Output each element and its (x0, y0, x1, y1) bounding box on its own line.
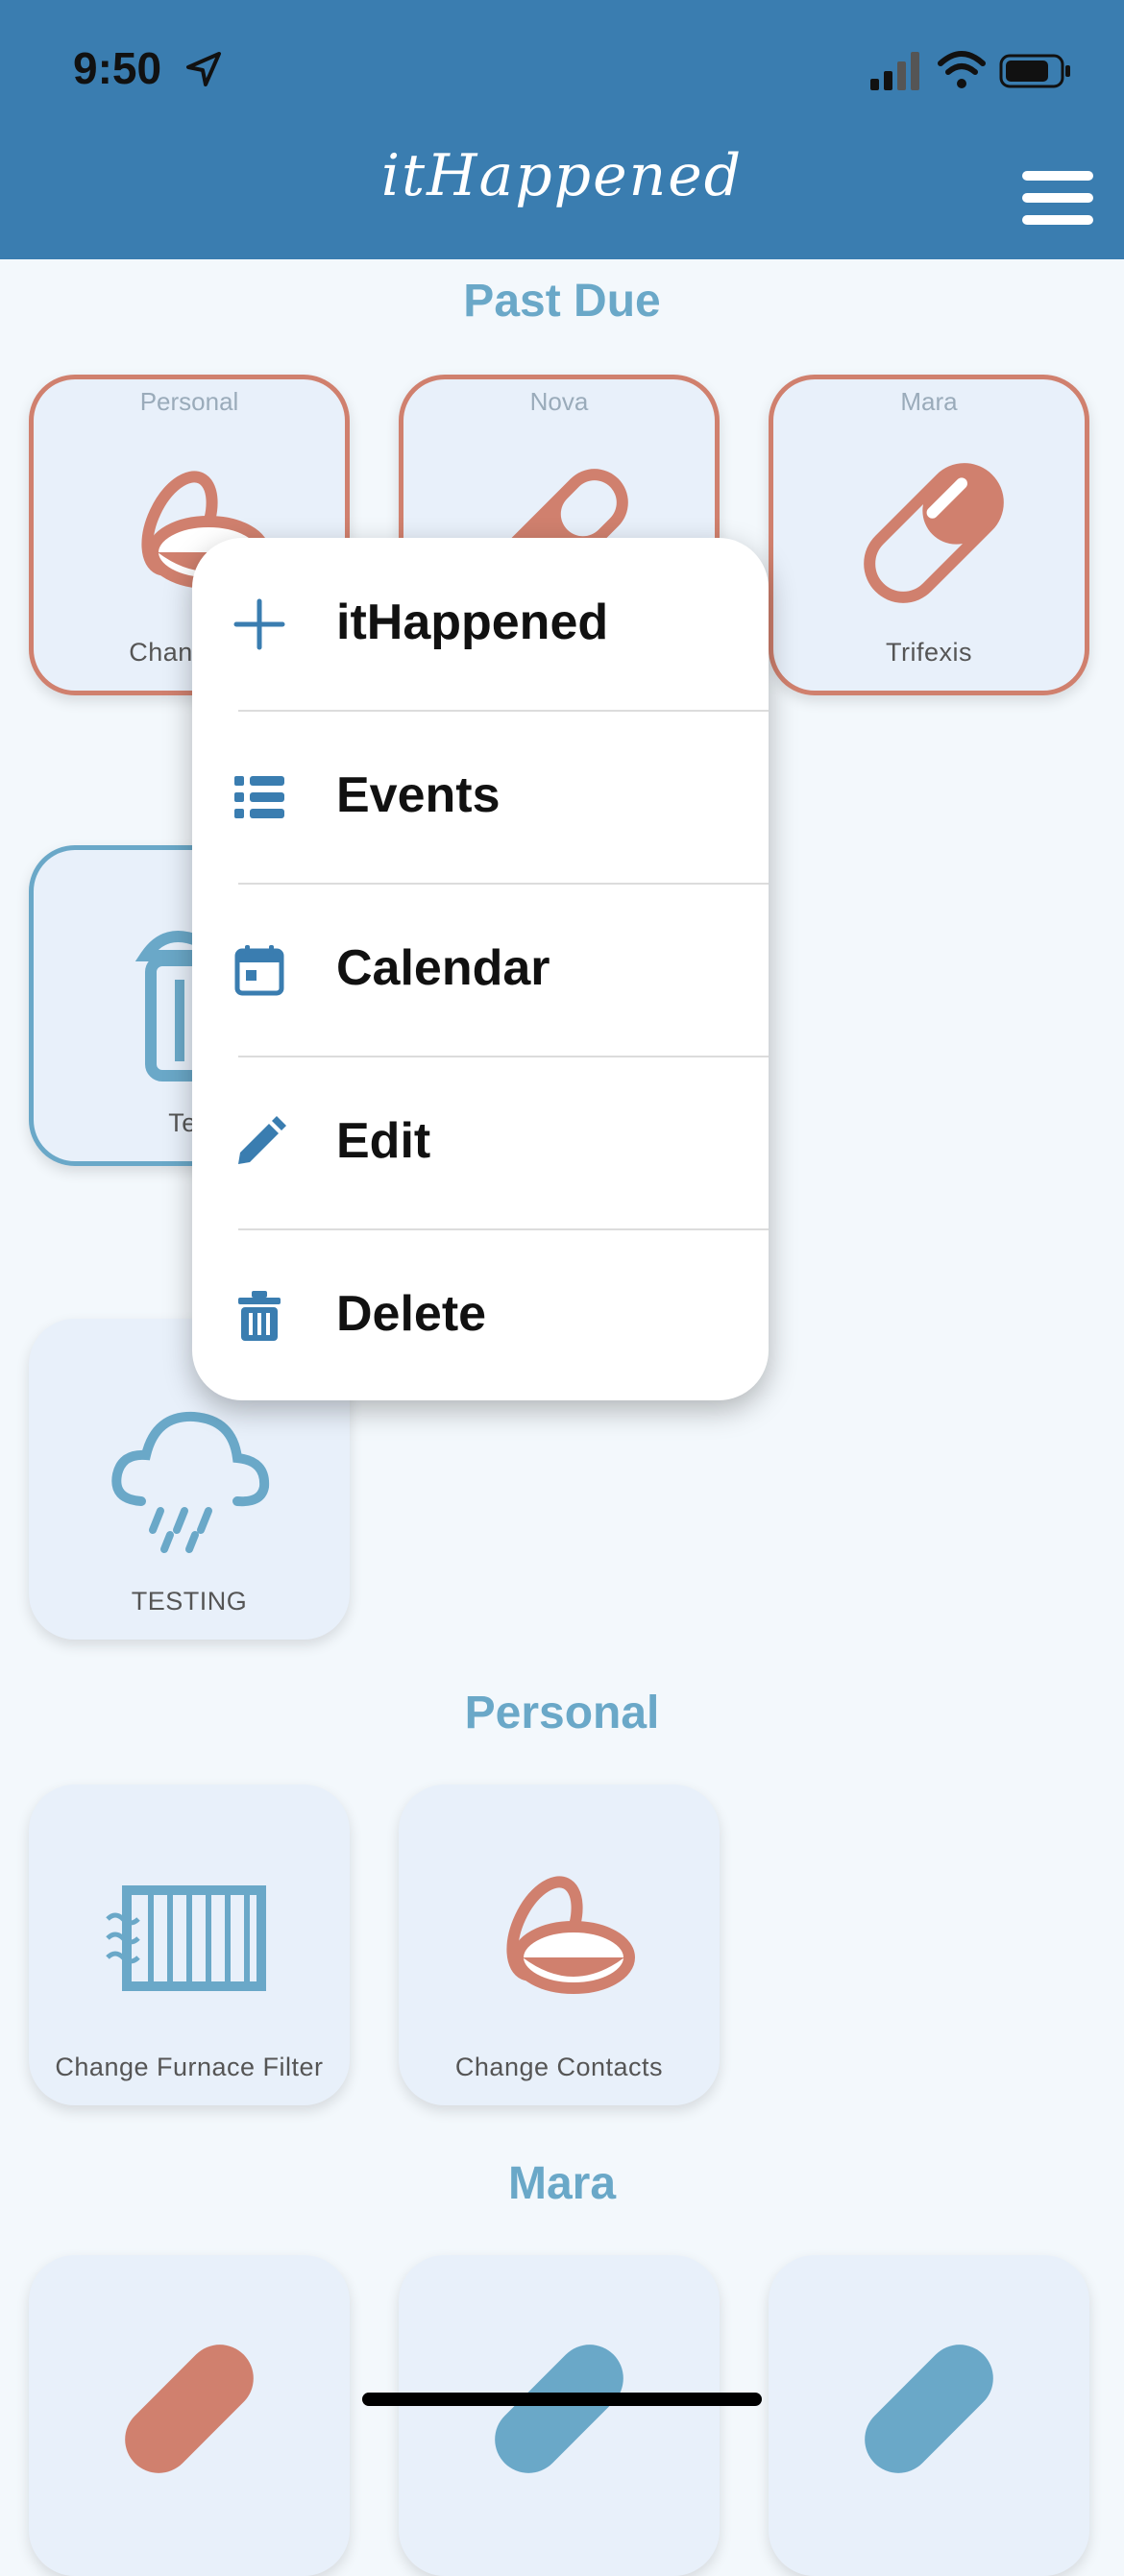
section-title-past-due: Past Due (463, 276, 661, 327)
battery-icon (999, 54, 1070, 88)
pencil-icon (238, 1116, 286, 1164)
tile-category: Nova (529, 387, 589, 416)
tile-label: Change Furnace Filter (55, 2053, 324, 2081)
location-arrow-icon (186, 52, 221, 86)
list-icon (234, 776, 284, 818)
tile-label: TESTING (131, 1587, 248, 1616)
menu-item-edit[interactable]: Edit (192, 1057, 769, 1229)
pill-icon (495, 2345, 623, 2473)
calendar-icon (234, 945, 284, 996)
hamburger-menu-icon[interactable] (1022, 171, 1093, 225)
home-indicator[interactable] (362, 2393, 762, 2406)
tile-category: Personal (139, 387, 239, 416)
wifi-icon (938, 51, 986, 88)
tile-label: Change Contacts (454, 2053, 664, 2081)
plus-icon (233, 598, 285, 650)
tile-category: Mara (900, 387, 958, 416)
menu-item-label: itHappened (336, 595, 609, 650)
tile-mara-3[interactable] (769, 2255, 1089, 2576)
section-title-mara: Mara (507, 2158, 617, 2209)
menu-item-label: Events (336, 767, 501, 823)
menu-item-ithappened[interactable]: itHappened (192, 538, 769, 711)
menu-item-label: Edit (336, 1113, 431, 1169)
app-header: 9:50 itHappened (0, 0, 1124, 259)
tile-mara-2[interactable] (399, 2255, 720, 2576)
menu-item-label: Calendar (336, 940, 550, 996)
menu-item-label: Delete (336, 1286, 487, 1342)
app-title: itHappened (380, 142, 744, 209)
tile-change-furnace-filter[interactable]: Change Furnace Filter (29, 1785, 350, 2105)
tile-mara-1[interactable] (29, 2255, 350, 2576)
menu-item-events[interactable]: Events (192, 711, 769, 884)
tile-change-contacts[interactable]: Change Contacts (399, 1785, 720, 2105)
tile-label: Trifexis (886, 638, 972, 667)
rain-cloud-icon (111, 1411, 270, 1553)
section-title-personal: Personal (464, 1688, 660, 1738)
cellular-signal-icon (870, 52, 919, 90)
menu-item-delete[interactable]: Delete (192, 1229, 769, 1402)
furnace-filter-icon (106, 1885, 266, 1991)
trash-icon (238, 1291, 281, 1341)
status-time: 9:50 (73, 43, 162, 93)
context-menu: itHappened Events Calendar Edit Delete (192, 538, 769, 1400)
pill-icon (864, 463, 1004, 603)
tile-trifexis-due[interactable]: Mara Trifexis (769, 375, 1089, 695)
pill-icon (865, 2345, 993, 2473)
contact-lens-icon (506, 1876, 635, 1994)
pill-icon (125, 2345, 254, 2473)
menu-item-calendar[interactable]: Calendar (192, 884, 769, 1057)
